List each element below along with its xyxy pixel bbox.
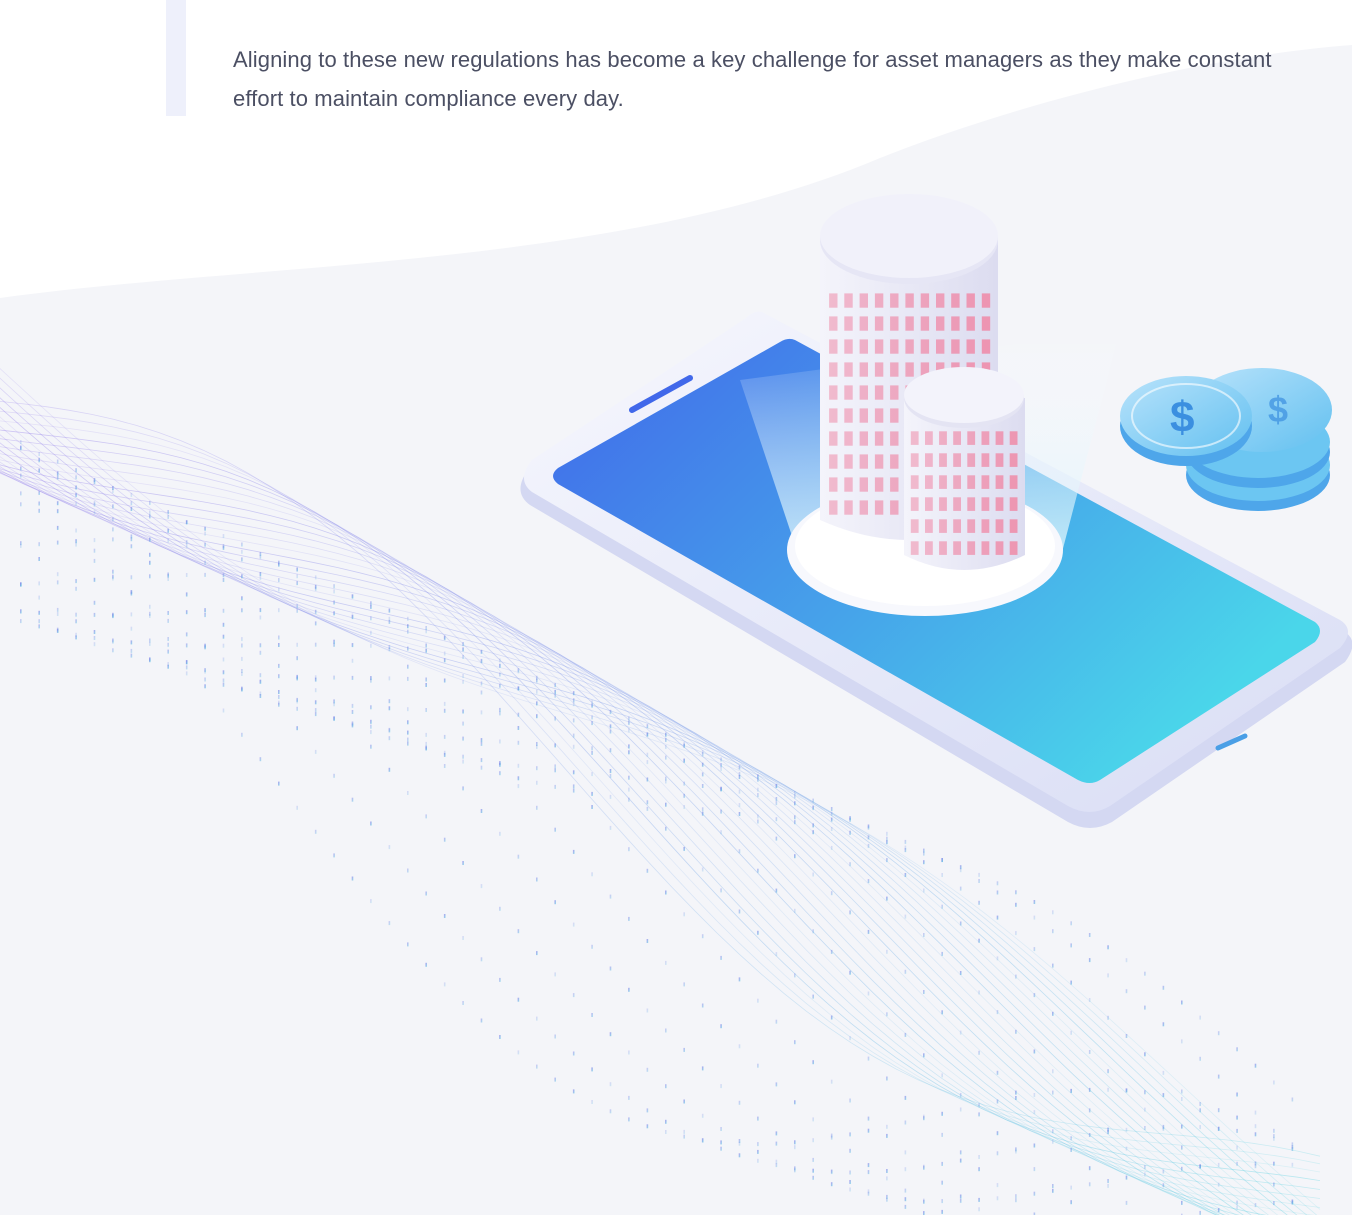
coin-symbol: $ — [1170, 393, 1194, 442]
page: Aligning to these new regulations has be… — [0, 0, 1352, 1215]
finance-illustration: $ $ — [520, 194, 1352, 828]
building-icon — [820, 194, 1025, 570]
coin-symbol-back: $ — [1268, 389, 1288, 430]
dollar-coin-icon: $ $ — [1120, 368, 1332, 511]
